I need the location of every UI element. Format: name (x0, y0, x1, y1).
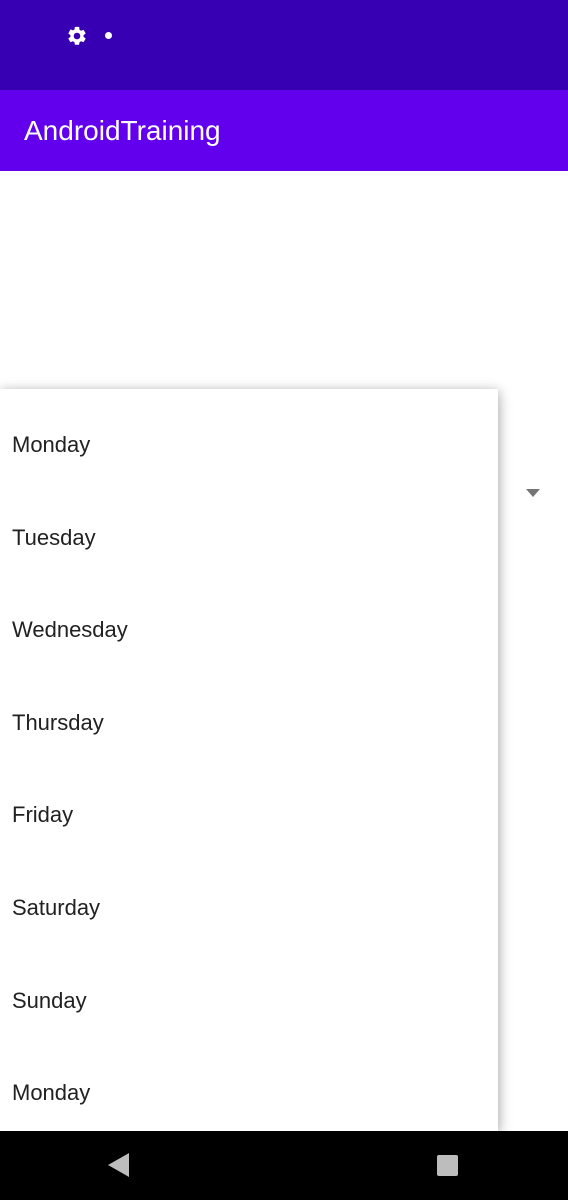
dropdown-item-wednesday[interactable]: Wednesday (0, 574, 498, 667)
navigation-bar (0, 1131, 568, 1200)
screen: AndroidTraining Monday Tuesday Wednesday… (0, 0, 568, 1200)
dropdown-item-monday[interactable]: Monday (0, 389, 498, 482)
spinner-dropdown-list: Monday Tuesday Wednesday Thursday Friday… (0, 389, 498, 1131)
dropdown-item-label: Thursday (12, 709, 104, 735)
app-bar: AndroidTraining (0, 90, 568, 171)
dropdown-arrow-icon[interactable] (526, 489, 540, 497)
gear-icon (68, 26, 86, 45)
status-bar (0, 0, 568, 90)
dropdown-item-saturday[interactable]: Saturday (0, 852, 498, 945)
app-title: AndroidTraining (24, 115, 221, 146)
dropdown-item-tuesday[interactable]: Tuesday (0, 482, 498, 575)
back-icon[interactable] (108, 1153, 129, 1177)
dropdown-item-label: Tuesday (12, 524, 96, 550)
dropdown-item-label: Friday (12, 802, 74, 828)
dropdown-item-monday-2[interactable]: Monday (0, 1037, 498, 1130)
dropdown-item-label: Sunday (12, 987, 87, 1013)
dropdown-item-thursday[interactable]: Thursday (0, 667, 498, 760)
dropdown-item-friday[interactable]: Friday (0, 759, 498, 852)
dropdown-item-label: Monday (12, 432, 91, 457)
notification-dot-icon (105, 32, 112, 39)
dropdown-item-sunday[interactable]: Sunday (0, 945, 498, 1038)
recents-icon[interactable] (437, 1155, 458, 1176)
dropdown-item-label: Saturday (12, 894, 101, 920)
dropdown-item-label: Wednesday (12, 617, 128, 643)
dropdown-item-label: Monday (12, 1080, 91, 1106)
